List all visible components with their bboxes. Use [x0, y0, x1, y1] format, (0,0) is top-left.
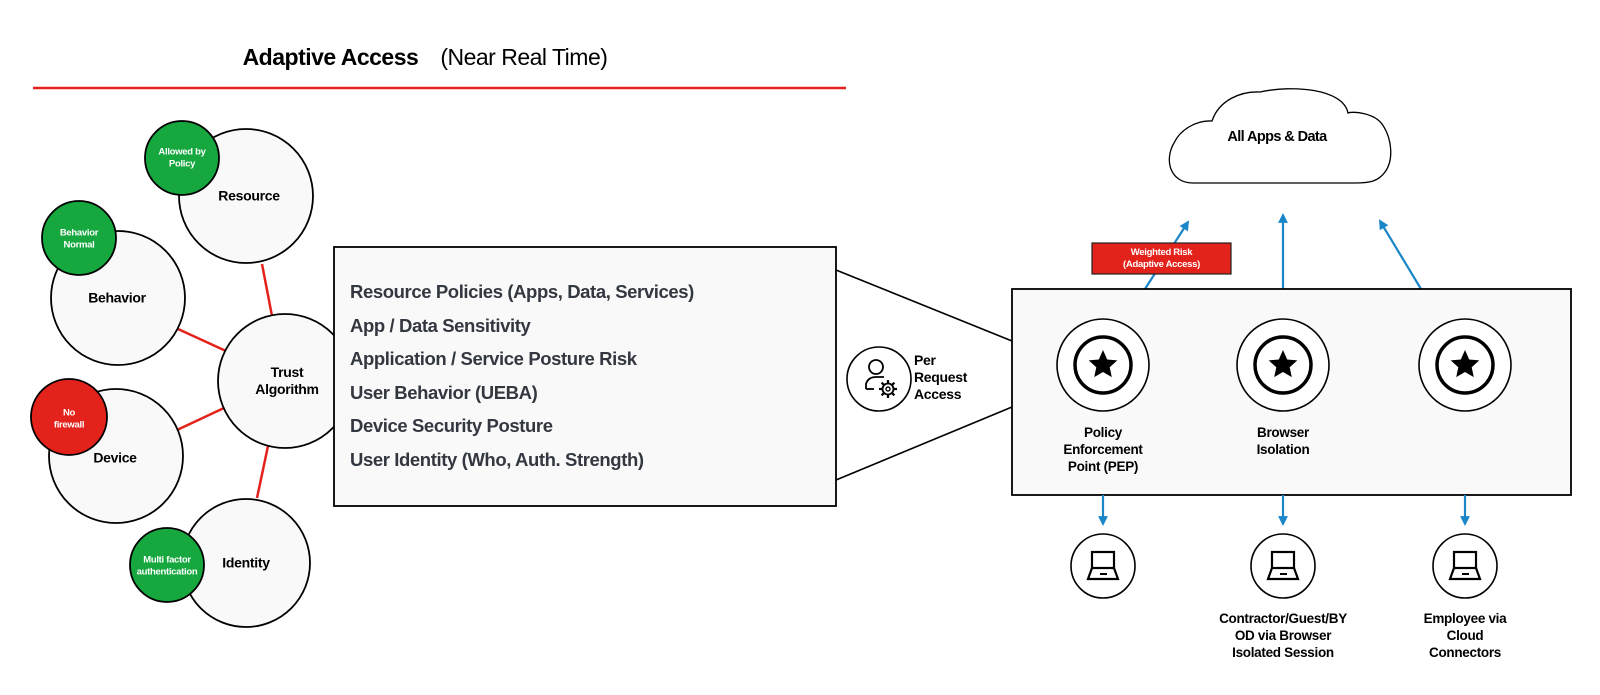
connector-resource [260, 263, 274, 317]
enforcement-node-icons [1056, 318, 1512, 412]
contractor-endpoint-label: Contractor/Guest/BY OD via Browser Isola… [1219, 611, 1347, 660]
connector-device [176, 406, 225, 432]
laptop-icon [1432, 533, 1498, 599]
factor-item: Device Security Posture [350, 415, 553, 437]
factor-item: User Identity (Who, Auth. Strength) [350, 448, 644, 470]
employee-endpoint-label: Employee via Cloud Connectors [1423, 611, 1507, 660]
factor-item: App / Data Sensitivity [350, 314, 531, 336]
identity-label: Identity [222, 554, 270, 571]
endpoint-icons [1070, 533, 1498, 599]
behavior-label: Behavior [88, 289, 146, 306]
browser-isolation-label: Browser Isolation [1256, 425, 1310, 457]
laptop-icon [1250, 533, 1316, 599]
trust-algorithm-label: Trust Algorithm [255, 364, 319, 397]
device-status-label: No firewall [53, 407, 85, 431]
factors-list: Resource Policies (Apps, Data, Services)… [350, 281, 694, 483]
device-label: Device [93, 449, 137, 466]
resource-status-label: Allowed by Policy [158, 146, 206, 170]
cloud-connector-node [1418, 318, 1512, 412]
pep-node [1056, 318, 1150, 412]
browser-isolation-node [1236, 318, 1330, 412]
title-main: Adaptive Access [242, 44, 419, 70]
weighted-risk-label: Weighted Risk (Adaptive Access) [1123, 247, 1200, 270]
page-title: Adaptive Access (Near Real Time) [0, 44, 850, 71]
laptop-icon [1070, 533, 1136, 599]
connector-identity [255, 445, 270, 499]
connector-behavior [177, 327, 227, 353]
identity-status-label: Multi factor authentication [136, 554, 198, 578]
behavior-status-label: Behavior Normal [59, 227, 99, 251]
factor-item: User Behavior (UEBA) [350, 381, 538, 403]
per-request-access-label: Per Request Access [914, 352, 968, 402]
title-subtitle: (Near Real Time) [440, 44, 608, 70]
user-gear-icon [846, 346, 912, 412]
cloud-label: All Apps & Data [1227, 129, 1327, 145]
factor-item: Resource Policies (Apps, Data, Services) [350, 281, 694, 302]
pep-label: Policy Enforcement Point (PEP) [1063, 425, 1143, 474]
diagram-canvas [30, 86, 1572, 628]
downward-arrows [1098, 495, 1470, 526]
factor-item: Application / Service Posture Risk [350, 348, 637, 370]
arrow-up-connector [1378, 219, 1422, 290]
resource-label: Resource [218, 187, 280, 204]
